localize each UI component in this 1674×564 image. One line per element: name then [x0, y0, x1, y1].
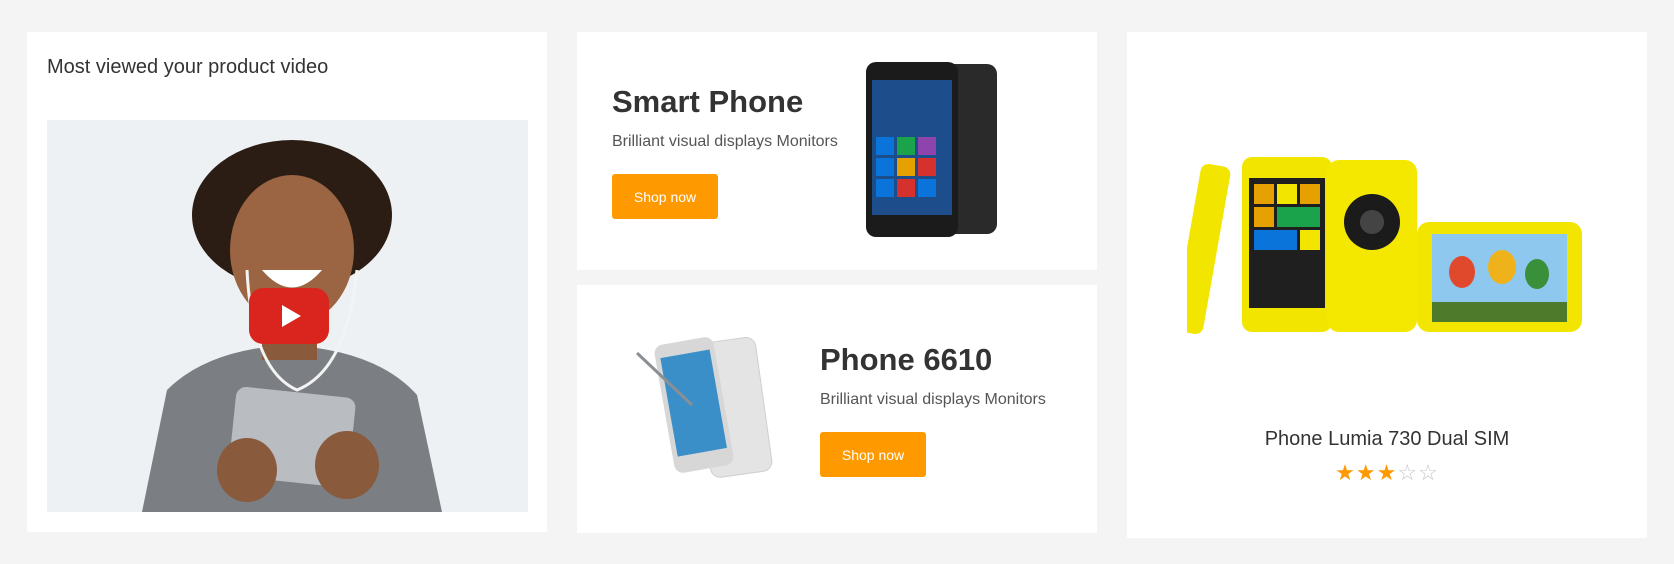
youtube-play-icon[interactable]: [249, 288, 329, 344]
product-name[interactable]: Phone Lumia 730 Dual SIM: [1127, 428, 1647, 451]
samsung-phone-image: [635, 336, 773, 478]
video-card: Most viewed your product video: [27, 32, 547, 532]
promo-subtitle: Brilliant visual displays Monitors: [612, 133, 838, 150]
promo-card-phone-6610: Phone 6610 Brilliant visual displays Mon…: [577, 285, 1097, 533]
video-section-title: Most viewed your product video: [47, 56, 329, 78]
star-filled-icon: ★: [1376, 460, 1398, 485]
video-thumbnail[interactable]: [47, 120, 528, 512]
lumia-phones-image: [1187, 157, 1582, 335]
shop-now-button[interactable]: Shop now: [820, 432, 926, 477]
windows-phone-image: [866, 62, 997, 237]
star-empty-icon: ☆: [1397, 460, 1419, 485]
star-filled-icon: ★: [1355, 460, 1377, 485]
promo-title: Phone 6610: [820, 342, 993, 377]
featured-product-card[interactable]: Phone Lumia 730 Dual SIM ★★★☆☆: [1127, 32, 1647, 538]
promo-card-smart-phone: Smart Phone Brilliant visual displays Mo…: [577, 32, 1097, 270]
shop-now-button[interactable]: Shop now: [612, 174, 718, 219]
star-rating: ★★★☆☆: [1127, 460, 1647, 486]
star-empty-icon: ☆: [1418, 460, 1439, 485]
promo-title: Smart Phone: [612, 84, 804, 119]
star-filled-icon: ★: [1335, 460, 1356, 485]
promo-subtitle: Brilliant visual displays Monitors: [820, 391, 1046, 408]
